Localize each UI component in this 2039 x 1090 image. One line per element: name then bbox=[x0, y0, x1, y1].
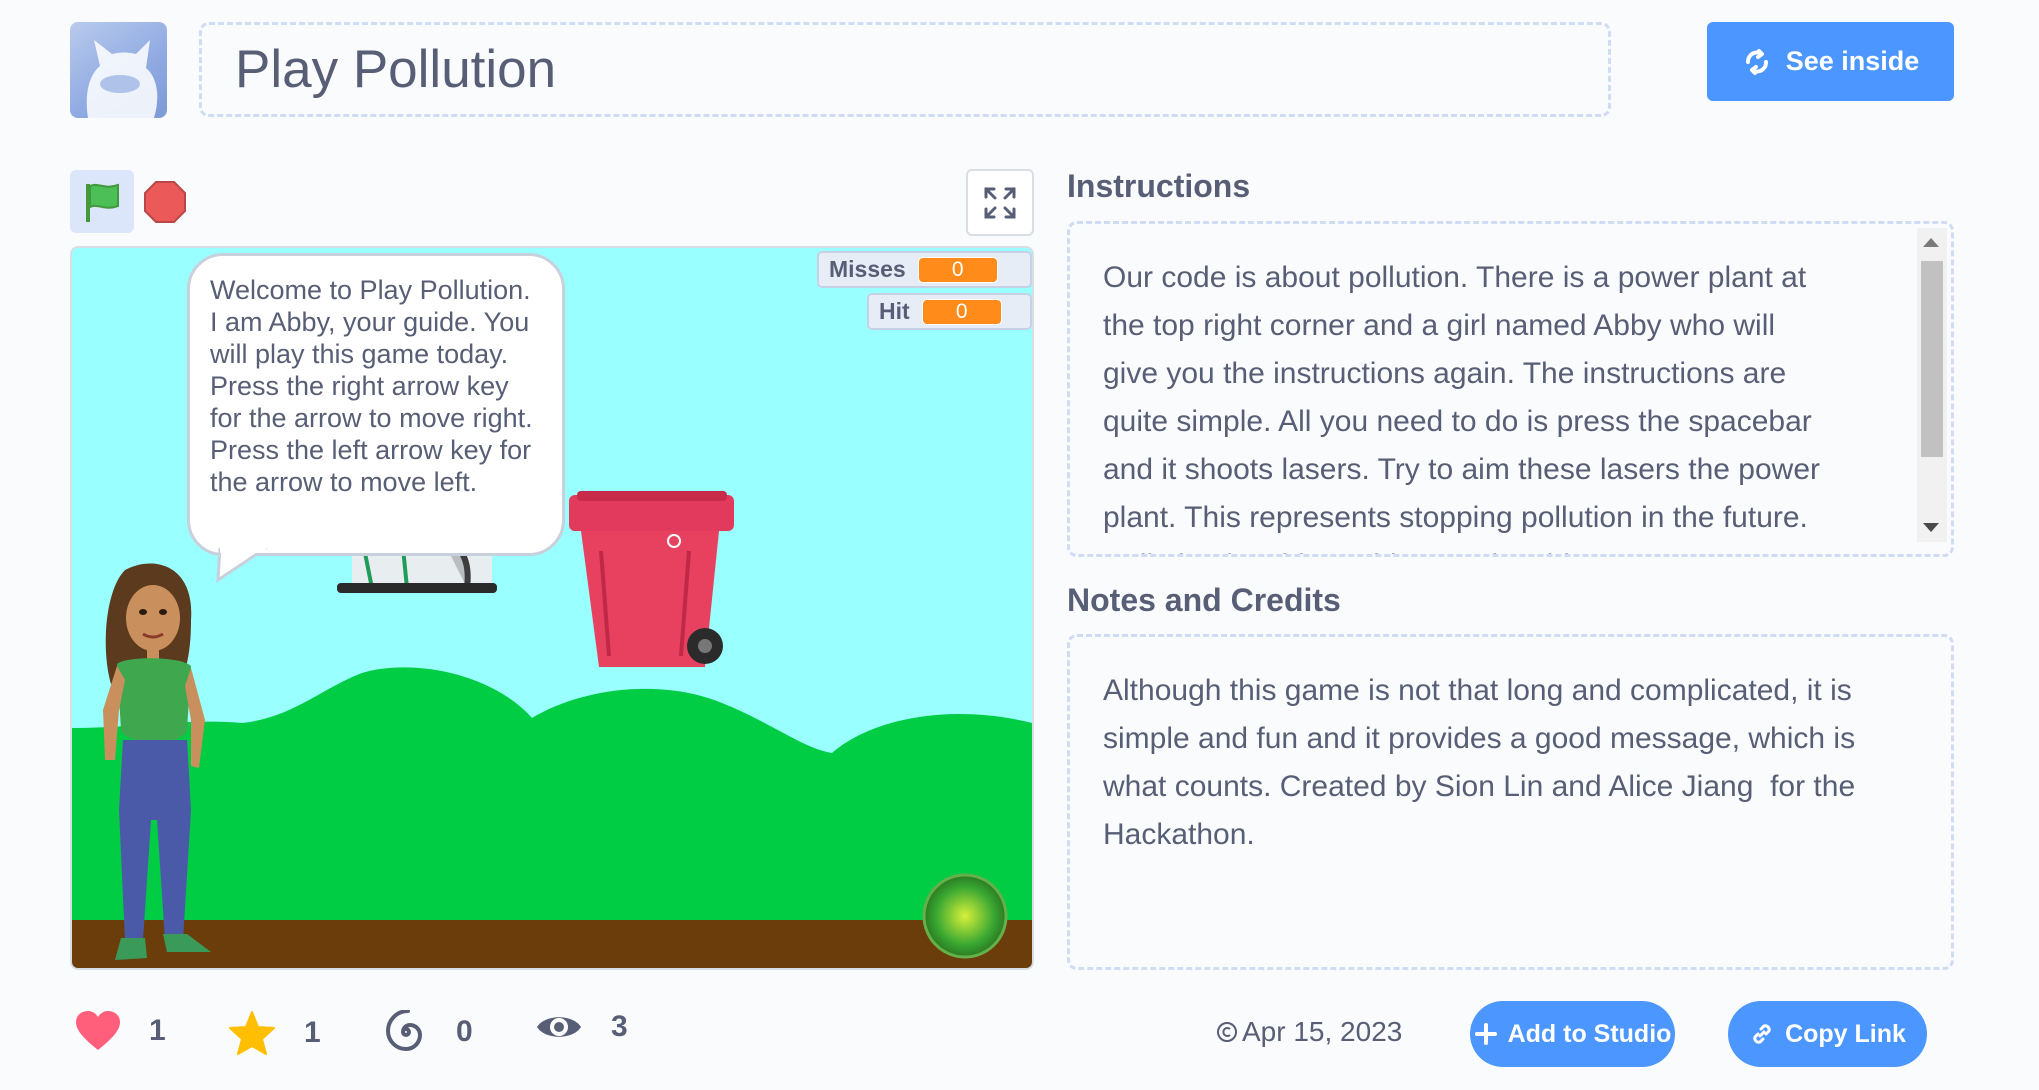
scroll-up-arrow-icon[interactable] bbox=[1923, 238, 1939, 247]
eye-icon bbox=[537, 1017, 581, 1037]
abby-girl-sprite bbox=[103, 563, 211, 960]
views-count: 3 bbox=[611, 1010, 628, 1043]
share-date: Apr 15, 2023 bbox=[1216, 1016, 1402, 1048]
copy-link-button[interactable]: Copy Link bbox=[1728, 1001, 1927, 1067]
remixes-stat: 0 bbox=[384, 1010, 473, 1054]
scroll-down-arrow-icon[interactable] bbox=[1923, 523, 1939, 532]
remixes-count: 0 bbox=[456, 1015, 473, 1048]
notes-textbox[interactable]: Although this game is not that long and … bbox=[1067, 634, 1954, 970]
speech-bubble: Welcome to Play Pollution. I am Abby, yo… bbox=[187, 253, 565, 556]
green-ball-sprite bbox=[922, 873, 1008, 959]
green-flag-button[interactable] bbox=[70, 170, 134, 233]
heart-icon bbox=[76, 1011, 120, 1050]
see-inside-label: See inside bbox=[1785, 46, 1920, 76]
loves-count: 1 bbox=[149, 1014, 166, 1047]
green-flag-icon bbox=[86, 183, 119, 222]
link-icon bbox=[1753, 1024, 1771, 1044]
speech-bubble-tail bbox=[216, 548, 267, 583]
project-thumbnail-avatar[interactable] bbox=[70, 22, 167, 118]
add-to-studio-button[interactable]: Add to Studio bbox=[1470, 1001, 1675, 1067]
copyright-icon bbox=[1217, 1022, 1237, 1042]
misses-value: 0 bbox=[917, 256, 998, 283]
fullscreen-icon bbox=[984, 187, 1016, 218]
favorites-count: 1 bbox=[304, 1016, 321, 1049]
speech-text: Welcome to Play Pollution. I am Abby, yo… bbox=[210, 275, 533, 497]
notes-text: Although this game is not that long and … bbox=[1103, 674, 1856, 851]
hit-monitor: Hit 0 bbox=[867, 293, 1032, 330]
remix-arrows-icon bbox=[1745, 48, 1768, 75]
project-title: Play Pollution bbox=[235, 40, 557, 99]
stop-sign-icon[interactable] bbox=[143, 180, 187, 224]
plus-icon bbox=[1474, 1023, 1497, 1045]
share-date-text: Apr 15, 2023 bbox=[1242, 1016, 1403, 1047]
misses-monitor: Misses 0 bbox=[817, 251, 1032, 288]
fullscreen-button[interactable] bbox=[966, 169, 1034, 236]
star-icon bbox=[229, 1011, 275, 1055]
scroll-thumb[interactable] bbox=[1921, 261, 1943, 457]
instructions-scrollbar[interactable] bbox=[1917, 228, 1947, 542]
copy-link-label: Copy Link bbox=[1785, 1019, 1906, 1048]
loves-stat[interactable]: 1 bbox=[75, 1010, 166, 1052]
project-stage[interactable]: Misses 0 Hit 0 Welcome to Play Pollution… bbox=[70, 246, 1034, 970]
hit-label: Hit bbox=[879, 298, 910, 324]
project-title-field[interactable]: Play Pollution bbox=[199, 22, 1611, 117]
red-trash-bin-sprite bbox=[569, 491, 734, 667]
instructions-heading: Instructions bbox=[1067, 168, 1251, 204]
views-stat: 3 bbox=[535, 1010, 628, 1044]
notes-heading: Notes and Credits bbox=[1067, 582, 1341, 618]
misses-label: Misses bbox=[829, 256, 906, 282]
instructions-text: Our code is about pollution. There is a … bbox=[1103, 261, 1820, 554]
instructions-textbox[interactable]: Our code is about pollution. There is a … bbox=[1067, 221, 1954, 557]
add-to-studio-label: Add to Studio bbox=[1507, 1019, 1672, 1048]
scratch-cat-icon bbox=[86, 40, 158, 118]
see-inside-button[interactable]: See inside bbox=[1707, 22, 1954, 101]
favorites-stat[interactable]: 1 bbox=[228, 1010, 321, 1056]
remix-swirl-icon bbox=[385, 1010, 423, 1052]
hit-value: 0 bbox=[921, 298, 1002, 325]
